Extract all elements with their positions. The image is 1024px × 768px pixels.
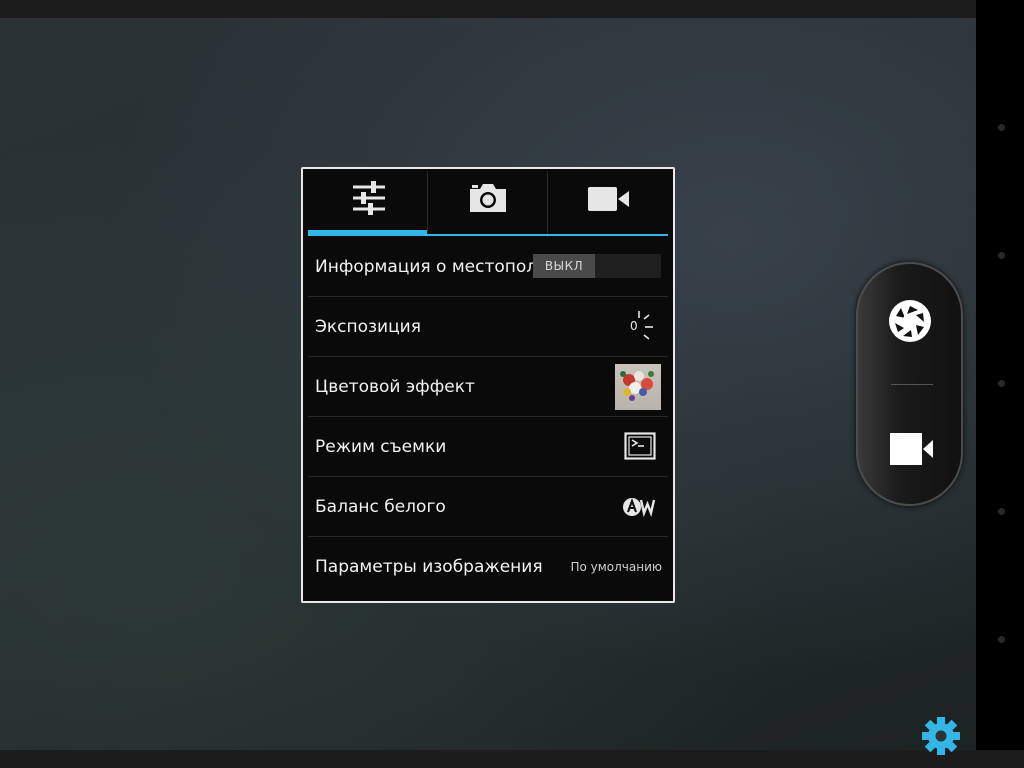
setting-label: Параметры изображения xyxy=(315,557,543,577)
sliders-icon xyxy=(353,181,385,215)
photo-mode-button[interactable] xyxy=(858,272,961,372)
toggle-off-label: ВЫКЛ xyxy=(533,254,595,278)
rail-dot xyxy=(998,380,1005,387)
setting-value: По умолчанию xyxy=(570,560,662,574)
rail-dot xyxy=(998,636,1005,643)
exposure-icon: 0 xyxy=(630,309,656,345)
navigation-bar xyxy=(0,750,1024,768)
settings-list: Информация о местоположении ВЫКЛ Экспози… xyxy=(308,237,668,597)
camera-settings-panel: Информация о местоположении ВЫКЛ Экспози… xyxy=(301,167,675,603)
location-toggle[interactable]: ВЫКЛ xyxy=(533,254,661,278)
video-mode-button[interactable] xyxy=(858,396,961,496)
settings-button[interactable] xyxy=(920,715,962,757)
mode-divider xyxy=(891,384,933,385)
settings-tabs xyxy=(308,171,668,237)
setting-label: Баланс белого xyxy=(315,497,446,517)
tab-general-settings[interactable] xyxy=(308,171,428,237)
setting-row-location[interactable]: Информация о местоположении ВЫКЛ xyxy=(308,237,668,297)
video-icon xyxy=(890,433,933,465)
shutter-icon xyxy=(889,300,931,342)
setting-label: Цветовой эффект xyxy=(315,377,475,397)
tab-photo-settings[interactable] xyxy=(428,171,548,237)
setting-label: Информация о местоположении xyxy=(315,257,533,277)
setting-row-color-effect[interactable]: Цветовой эффект xyxy=(308,357,668,417)
color-effect-thumbnail xyxy=(615,364,661,410)
scene-mode-icon xyxy=(624,432,656,460)
tab-video-settings[interactable] xyxy=(548,171,668,237)
auto-white-balance-icon xyxy=(623,498,656,518)
video-icon xyxy=(588,187,629,211)
gear-icon xyxy=(922,717,960,755)
setting-row-white-balance[interactable]: Баланс белого xyxy=(308,477,668,537)
setting-label: Экспозиция xyxy=(315,317,421,337)
status-bar xyxy=(0,0,1024,18)
rail-dot xyxy=(998,252,1005,259)
setting-row-exposure[interactable]: Экспозиция 0 xyxy=(308,297,668,357)
rail-dot xyxy=(998,508,1005,515)
mode-switcher xyxy=(856,262,963,506)
camera-icon xyxy=(470,184,506,212)
setting-row-scene-mode[interactable]: Режим съемки xyxy=(308,417,668,477)
setting-row-image-params[interactable]: Параметры изображения По умолчанию xyxy=(308,537,668,597)
active-tab-indicator xyxy=(308,230,427,236)
rail-dot xyxy=(998,124,1005,131)
setting-label: Режим съемки xyxy=(315,437,447,457)
